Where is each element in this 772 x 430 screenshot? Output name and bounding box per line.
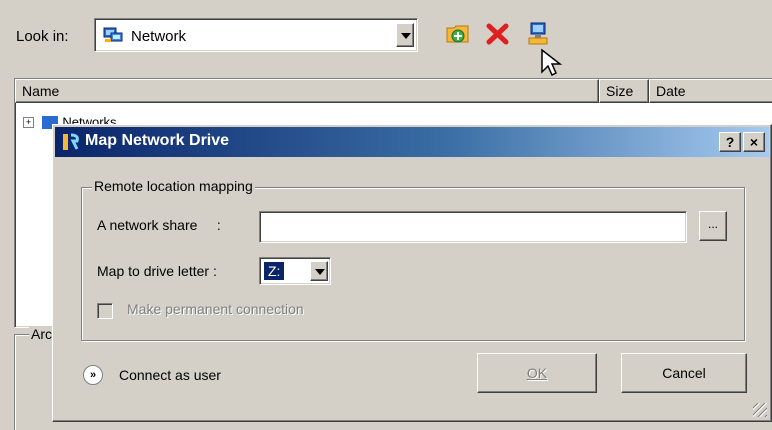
group-label: Remote location mapping <box>92 178 255 194</box>
resize-grip[interactable] <box>753 403 767 417</box>
map-network-drive-dialog: Map Network Drive ? × Remote location ma… <box>52 124 772 422</box>
network-icon <box>103 27 123 42</box>
chevron-down-icon[interactable] <box>310 261 328 281</box>
network-share-label: A network share : <box>97 217 221 233</box>
delete-icon[interactable] <box>484 20 512 48</box>
expand-chevron-icon[interactable]: » <box>83 365 103 385</box>
help-button[interactable]: ? <box>719 132 741 152</box>
permanent-connection-checkbox[interactable] <box>97 303 113 319</box>
column-header-date[interactable]: Date <box>649 79 772 103</box>
ok-button-label: OK <box>526 365 548 381</box>
map-network-drive-icon[interactable] <box>524 20 552 48</box>
connect-as-user-label[interactable]: Connect as user <box>119 367 221 383</box>
chevron-down-icon[interactable] <box>396 23 414 47</box>
cancel-button-label: Cancel <box>662 365 706 381</box>
drive-letter-label: Map to drive letter : <box>97 263 217 279</box>
column-header-size[interactable]: Size <box>599 79 649 103</box>
ok-button[interactable]: OK <box>477 353 597 393</box>
look-in-label: Look in: <box>16 28 69 45</box>
new-folder-icon[interactable] <box>444 20 472 48</box>
app-icon <box>63 133 79 150</box>
look-in-value: Network <box>131 28 187 45</box>
drive-letter-dropdown[interactable]: Z: <box>259 257 331 285</box>
pointer-cursor-icon <box>541 48 563 77</box>
column-header-name[interactable]: Name <box>15 79 599 103</box>
dialog-titlebar[interactable]: Map Network Drive ? × <box>55 127 769 157</box>
close-button[interactable]: × <box>743 132 765 152</box>
look-in-dropdown[interactable]: Network <box>94 18 418 52</box>
drive-letter-value: Z: <box>264 262 285 280</box>
archive-group-label: Arc <box>29 326 54 342</box>
network-share-input[interactable] <box>259 211 687 243</box>
permanent-connection-label: Make permanent connection <box>127 301 304 317</box>
cancel-button[interactable]: Cancel <box>621 353 747 393</box>
dialog-title: Map Network Drive <box>85 132 230 149</box>
expand-icon[interactable]: + <box>23 116 34 128</box>
browse-button[interactable]: ... <box>699 211 727 241</box>
